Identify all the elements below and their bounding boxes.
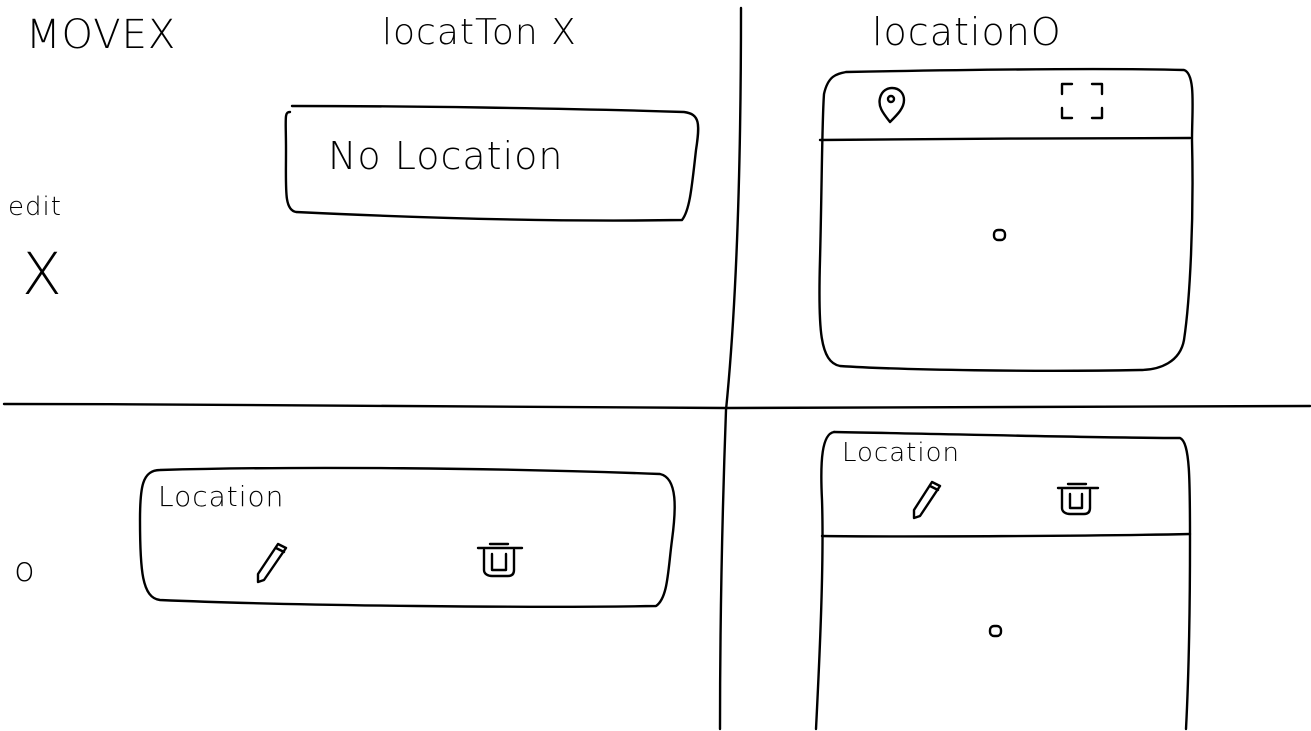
edit-location-map-header-divider: [820, 532, 1192, 538]
edit-location-map-panel: [814, 430, 1192, 731]
map-marker-icon: [986, 622, 1010, 646]
edit-location-map-border-right: [832, 430, 1192, 731]
trash-icon[interactable]: [1054, 480, 1102, 522]
edit-location-map-border-left: [814, 430, 836, 731]
pencil-icon[interactable]: [910, 476, 946, 526]
edit-location-map-title: Location: [842, 438, 960, 468]
